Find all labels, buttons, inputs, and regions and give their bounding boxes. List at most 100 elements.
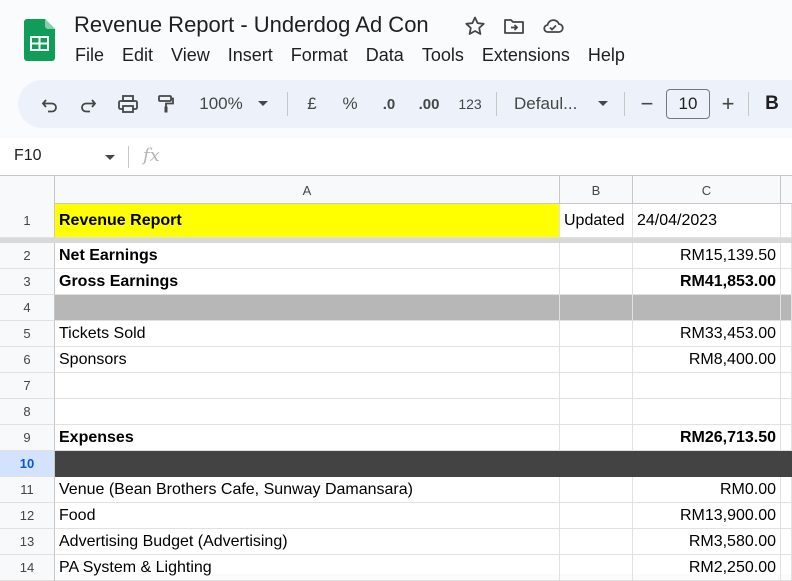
menu-help[interactable]: Help [579, 43, 634, 68]
row-header[interactable]: 8 [0, 399, 55, 425]
row-header[interactable]: 14 [0, 555, 55, 581]
cell-c2[interactable]: RM15,139.50 [633, 243, 781, 269]
cell-b9[interactable] [560, 425, 633, 451]
row-header[interactable]: 2 [0, 243, 55, 269]
cell-a5[interactable]: Tickets Sold [55, 321, 560, 347]
menu-extensions[interactable]: Extensions [473, 43, 579, 68]
star-icon[interactable] [463, 14, 487, 38]
document-title[interactable]: Revenue Report - Underdog Ad Con [74, 12, 429, 38]
cell-a10[interactable] [55, 451, 560, 477]
cell-b5[interactable] [560, 321, 633, 347]
cell-b11[interactable] [560, 477, 633, 503]
cell-c4[interactable] [633, 295, 781, 321]
cell-b3[interactable] [560, 269, 633, 295]
cell-b2[interactable] [560, 243, 633, 269]
increase-decimal-button[interactable]: .00 [414, 80, 444, 128]
cell-d9[interactable] [781, 425, 792, 451]
cell-d12[interactable] [781, 503, 792, 529]
cell-b7[interactable] [560, 373, 633, 399]
cell-b1[interactable]: Updated [560, 204, 633, 238]
currency-format-button[interactable]: £ [298, 80, 326, 128]
row-header[interactable]: 10 [0, 451, 55, 477]
cell-d5[interactable] [781, 321, 792, 347]
cell-c13[interactable]: RM3,580.00 [633, 529, 781, 555]
cell-d7[interactable] [781, 373, 792, 399]
move-to-folder-icon[interactable] [502, 14, 526, 38]
row-header[interactable]: 7 [0, 373, 55, 399]
decrease-font-size-button[interactable]: − [634, 80, 660, 128]
cell-d3[interactable] [781, 269, 792, 295]
cell-a13[interactable]: Advertising Budget (Advertising) [55, 529, 560, 555]
cell-a1[interactable]: Revenue Report [55, 204, 560, 238]
cell-b10[interactable] [560, 451, 633, 477]
cell-d4[interactable] [781, 295, 792, 321]
decrease-decimal-button[interactable]: .0 [374, 80, 404, 128]
name-box[interactable]: F10 [14, 147, 42, 165]
row-header[interactable]: 12 [0, 503, 55, 529]
select-all-corner[interactable] [0, 176, 55, 204]
cell-c10[interactable] [633, 451, 781, 477]
menu-file[interactable]: File [66, 43, 113, 68]
cell-d8[interactable] [781, 399, 792, 425]
menu-format[interactable]: Format [282, 43, 357, 68]
cell-b4[interactable] [560, 295, 633, 321]
chevron-down-icon[interactable] [104, 154, 116, 162]
cell-a12[interactable]: Food [55, 503, 560, 529]
cell-c3[interactable]: RM41,853.00 [633, 269, 781, 295]
menu-edit[interactable]: Edit [113, 43, 162, 68]
cell-d11[interactable] [781, 477, 792, 503]
font-select[interactable]: Defaul... [508, 80, 588, 128]
cell-d1[interactable] [781, 204, 792, 238]
cell-b6[interactable] [560, 347, 633, 373]
cell-c5[interactable]: RM33,453.00 [633, 321, 781, 347]
paint-format-button[interactable] [148, 80, 184, 128]
google-sheets-logo[interactable] [24, 19, 55, 61]
bold-button[interactable]: B [758, 80, 786, 128]
cell-a8[interactable] [55, 399, 560, 425]
menu-tools[interactable]: Tools [413, 43, 473, 68]
menu-data[interactable]: Data [357, 43, 413, 68]
print-button[interactable] [110, 80, 146, 128]
cell-a14[interactable]: PA System & Lighting [55, 555, 560, 581]
cell-d6[interactable] [781, 347, 792, 373]
increase-font-size-button[interactable]: + [715, 80, 741, 128]
cell-b14[interactable] [560, 555, 633, 581]
cell-a3[interactable]: Gross Earnings [55, 269, 560, 295]
cell-c6[interactable]: RM8,400.00 [633, 347, 781, 373]
cell-b8[interactable] [560, 399, 633, 425]
menu-view[interactable]: View [162, 43, 219, 68]
cell-b12[interactable] [560, 503, 633, 529]
cell-a4[interactable] [55, 295, 560, 321]
cell-d2[interactable] [781, 243, 792, 269]
cell-c1[interactable]: 24/04/2023 [633, 204, 781, 238]
menu-insert[interactable]: Insert [219, 43, 282, 68]
cell-c11[interactable]: RM0.00 [633, 477, 781, 503]
row-header[interactable]: 13 [0, 529, 55, 555]
cell-a2[interactable]: Net Earnings [55, 243, 560, 269]
row-header[interactable]: 3 [0, 269, 55, 295]
font-size-input[interactable]: 10 [666, 89, 710, 119]
cell-b13[interactable] [560, 529, 633, 555]
number-format-button[interactable]: 123 [454, 80, 486, 128]
cell-c7[interactable] [633, 373, 781, 399]
zoom-dropdown-arrow[interactable] [254, 80, 272, 128]
column-header-b[interactable]: B [560, 176, 633, 204]
cell-d14[interactable] [781, 555, 792, 581]
cell-d13[interactable] [781, 529, 792, 555]
cell-a9[interactable]: Expenses [55, 425, 560, 451]
cell-a11[interactable]: Venue (Bean Brothers Cafe, Sunway Damans… [55, 477, 560, 503]
row-header[interactable]: 4 [0, 295, 55, 321]
cell-c12[interactable]: RM13,900.00 [633, 503, 781, 529]
cell-a7[interactable] [55, 373, 560, 399]
percent-format-button[interactable]: % [336, 80, 364, 128]
cloud-saved-icon[interactable] [541, 14, 565, 38]
row-header[interactable]: 5 [0, 321, 55, 347]
row-header[interactable]: 9 [0, 425, 55, 451]
cell-c9[interactable]: RM26,713.50 [633, 425, 781, 451]
zoom-select[interactable]: 100% [194, 80, 248, 128]
row-header[interactable]: 6 [0, 347, 55, 373]
cell-c8[interactable] [633, 399, 781, 425]
cell-c14[interactable]: RM2,250.00 [633, 555, 781, 581]
font-dropdown-arrow[interactable] [594, 80, 612, 128]
column-header-c[interactable]: C [633, 176, 781, 204]
